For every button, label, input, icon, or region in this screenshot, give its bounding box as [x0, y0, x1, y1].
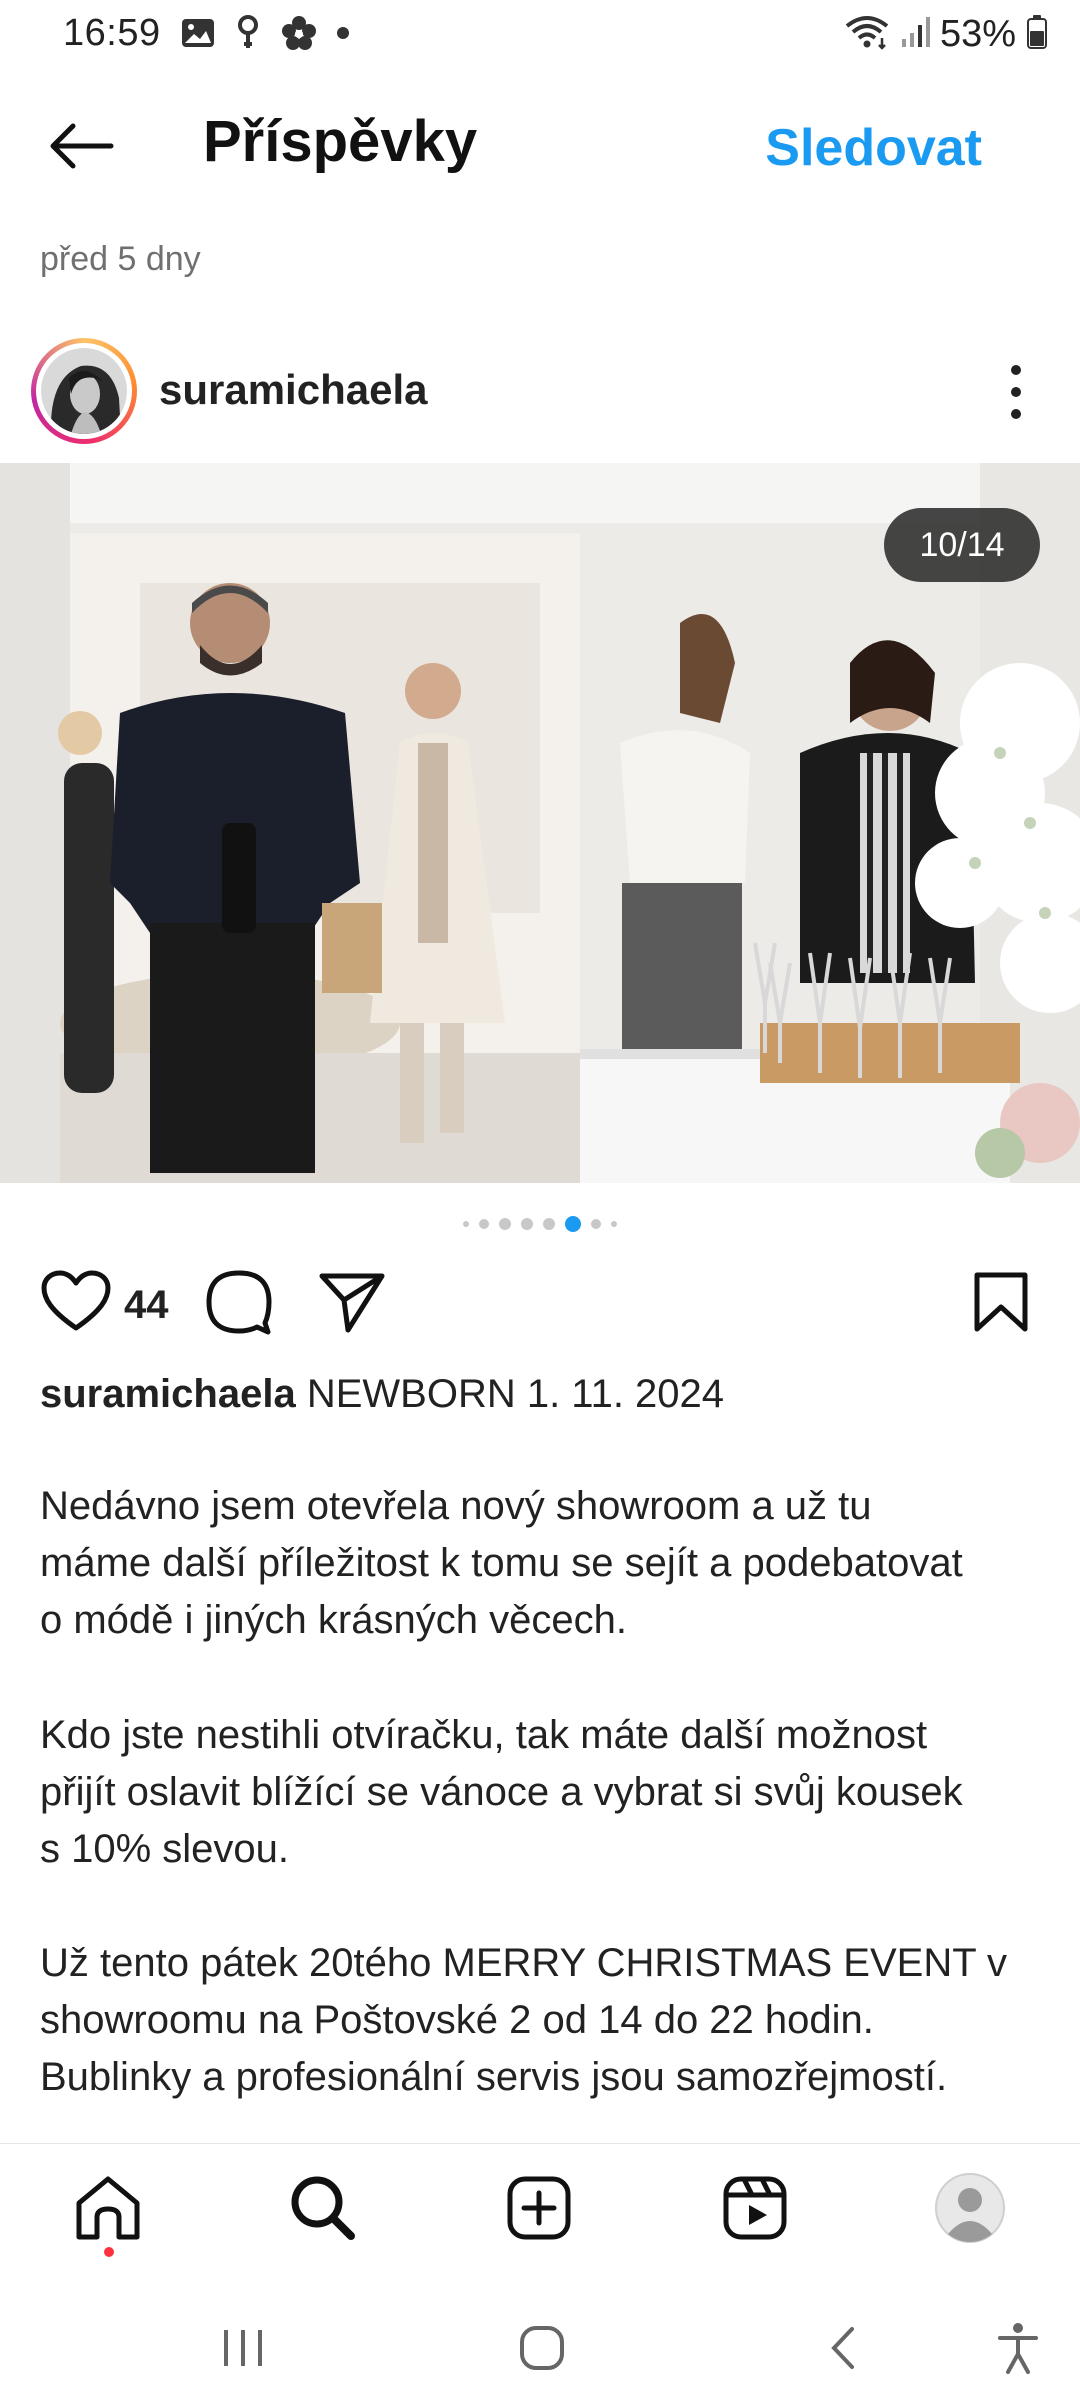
share-button[interactable] — [318, 1268, 386, 1340]
caption-line: máme další příležitost k tomu se sejít a… — [40, 1541, 963, 1585]
avatar[interactable] — [31, 338, 137, 444]
flower-icon — [280, 14, 318, 57]
nav-home-button[interactable] — [68, 2170, 148, 2250]
caption-line: Už tento pátek 20tého MERRY CHRISTMAS EV… — [40, 1941, 1008, 1985]
avatar-image — [41, 348, 127, 434]
dot-icon — [336, 26, 350, 45]
heart-icon — [40, 1270, 112, 1339]
search-icon — [289, 2174, 357, 2247]
comment-icon — [205, 1269, 273, 1340]
notification-dot — [104, 2247, 114, 2257]
like-button[interactable] — [40, 1268, 112, 1340]
page-title: Příspěvky — [203, 109, 478, 174]
save-button[interactable] — [972, 1268, 1030, 1340]
image-icon — [180, 16, 216, 55]
battery-icon — [1026, 14, 1048, 55]
status-time: 16:59 — [63, 12, 161, 54]
carousel-dot — [591, 1219, 601, 1229]
carousel-dot — [543, 1218, 555, 1230]
caption-paragraph-1: Nedávno jsem otevřela nový showroom a už… — [40, 1478, 1050, 1649]
caption-line: Bublinky a profesionální servis jsou sam… — [40, 2055, 948, 2099]
like-count[interactable]: 44 — [124, 1283, 169, 1328]
carousel-dot — [521, 1218, 533, 1230]
signal-icon — [900, 15, 930, 54]
home-circle-icon — [519, 2325, 565, 2376]
caption-line: přijít oslavit blížící se vánoce a vybra… — [40, 1770, 963, 1814]
caption-line: Kdo jste nestihli otvíračku, tak máte da… — [40, 1713, 928, 1757]
home-system-button[interactable] — [502, 2312, 582, 2388]
caption-line: s 10% slevou. — [40, 1827, 290, 1871]
notification-icons — [180, 14, 350, 56]
caption-paragraph-2: Kdo jste nestihli otvíračku, tak máte da… — [40, 1707, 1050, 1878]
profile-icon — [934, 2172, 1006, 2249]
carousel-dots — [0, 1214, 1080, 1234]
create-icon — [506, 2175, 572, 2246]
nav-create-button[interactable] — [499, 2170, 579, 2250]
caption-line: Nedávno jsem otevřela nový showroom a už… — [40, 1484, 872, 1528]
send-icon — [318, 1270, 386, 1339]
caption-username[interactable]: suramichaela — [40, 1372, 296, 1416]
battery-percent: 53% — [939, 12, 1016, 55]
carousel-dot — [611, 1221, 617, 1227]
home-icon — [73, 2175, 143, 2246]
bookmark-icon — [972, 1271, 1030, 1338]
system-status: 53% — [844, 12, 1048, 56]
arrow-left-icon — [45, 121, 115, 176]
reels-icon — [722, 2175, 788, 2246]
wifi-icon — [844, 14, 890, 55]
caption-line: o módě i jiných krásných věcech. — [40, 1598, 627, 1642]
post-time-ago: před 5 dny — [40, 240, 201, 278]
accessibility-button[interactable] — [978, 2312, 1058, 2388]
back-button[interactable] — [40, 112, 120, 184]
carousel-dot-active — [565, 1216, 581, 1232]
nav-profile-button[interactable] — [930, 2170, 1010, 2250]
caption-paragraph-3: Už tento pátek 20tého MERRY CHRISTMAS EV… — [40, 1935, 1050, 2106]
location-icon — [234, 14, 262, 57]
carousel-counter: 10/14 — [884, 508, 1040, 582]
more-vertical-icon — [1000, 365, 1032, 428]
carousel-dot — [479, 1219, 489, 1229]
system-back-button[interactable] — [803, 2312, 883, 2388]
caption-line: showroomu na Poštovské 2 od 14 do 22 hod… — [40, 1998, 874, 2042]
recents-button[interactable] — [203, 2312, 283, 2388]
recents-icon — [220, 2328, 266, 2373]
carousel-dot — [499, 1218, 511, 1230]
accessibility-icon — [996, 2322, 1040, 2379]
nav-reels-button[interactable] — [715, 2170, 795, 2250]
back-icon — [828, 2325, 858, 2376]
carousel-dot — [463, 1221, 469, 1227]
caption-header: suramichaela NEWBORN 1. 11. 2024 — [40, 1372, 724, 1417]
comment-button[interactable] — [205, 1268, 273, 1340]
status-bar: 16:59 53% — [0, 0, 1080, 72]
more-options-button[interactable] — [1000, 360, 1032, 424]
post-username[interactable]: suramichaela — [159, 366, 428, 414]
nav-search-button[interactable] — [283, 2170, 363, 2250]
caption-headline: NEWBORN 1. 11. 2024 — [306, 1372, 725, 1416]
follow-button[interactable]: Sledovat — [765, 118, 982, 178]
